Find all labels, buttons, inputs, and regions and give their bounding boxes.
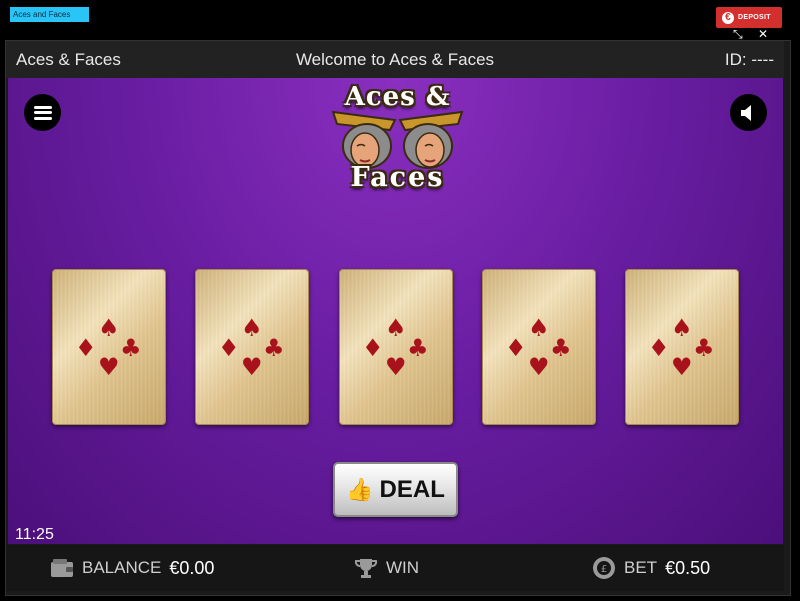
club-icon: ♣ (263, 334, 285, 362)
diamond-icon: ♦ (362, 334, 384, 362)
logo-title-top: Aces & (344, 82, 451, 112)
club-icon: ♣ (120, 334, 142, 362)
heart-icon: ♥ (671, 353, 693, 381)
session-id: ID: ---- (724, 49, 774, 69)
wallet-icon (50, 557, 74, 579)
hamburger-icon (33, 105, 52, 120)
card-3[interactable]: ♠ ♦ ♣ ♥ (339, 269, 453, 425)
card-2[interactable]: ♠ ♦ ♣ ♥ (195, 269, 309, 425)
spade-icon: ♠ (241, 314, 263, 342)
heart-icon: ♥ (98, 353, 120, 381)
spade-icon: ♠ (528, 314, 550, 342)
thumbs-up-icon: 👍 (346, 476, 374, 502)
card-back-suits: ♠ ♦ ♣ ♥ (362, 316, 432, 380)
spade-icon: ♠ (98, 314, 120, 342)
card-back-suits: ♠ ♦ ♣ ♥ (648, 316, 718, 380)
coin-icon: € (722, 11, 734, 24)
win-label: WIN (386, 558, 420, 577)
welcome-message: Welcome to Aces & Faces (295, 49, 495, 69)
svg-text:£: £ (601, 564, 607, 575)
card-back-suits: ♠ ♦ ♣ ♥ (218, 316, 288, 380)
bet-value: €0.50 (665, 557, 711, 578)
trophy-icon (354, 557, 378, 579)
tab-title[interactable]: Aces and Faces (10, 7, 89, 22)
balance-label: BALANCE (82, 558, 162, 577)
close-icon[interactable]: ✕ (758, 28, 768, 40)
spade-icon: ♠ (385, 314, 407, 342)
balance-value: €0.00 (169, 557, 215, 578)
diamond-icon: ♦ (505, 334, 527, 362)
sound-button[interactable] (730, 94, 767, 131)
spade-icon: ♠ (671, 314, 693, 342)
balance-display: BALANCE €0.00 (50, 545, 214, 591)
deposit-button[interactable]: € DEPOSIT (716, 7, 782, 28)
game-name: Aces & Faces (16, 49, 121, 69)
deal-button[interactable]: 👍 DEAL (333, 462, 458, 517)
game-logo: Aces & Faces (325, 82, 470, 198)
club-icon: ♣ (550, 334, 572, 362)
card-row: ♠ ♦ ♣ ♥ ♠ ♦ ♣ ♥ ♠ ♦ ♣ ♥ ♠ ♦ ♣ ♥ ♠ ♦ ♣ ♥ (52, 269, 740, 425)
heart-icon: ♥ (385, 353, 407, 381)
club-icon: ♣ (693, 334, 715, 362)
menu-button[interactable] (24, 94, 61, 131)
diamond-icon: ♦ (218, 334, 240, 362)
bet-display[interactable]: £ BET €0.50 (592, 545, 710, 591)
speaker-icon (740, 104, 751, 121)
card-back-suits: ♠ ♦ ♣ ♥ (505, 316, 575, 380)
fullscreen-icon[interactable]: ⤡ (733, 28, 743, 40)
logo-title-bottom: Faces (350, 162, 445, 193)
card-back-suits: ♠ ♦ ♣ ♥ (75, 316, 145, 380)
footer-bar: BALANCE €0.00 WIN £ BET €0.50 (6, 545, 784, 591)
heart-icon: ♥ (241, 353, 263, 381)
bet-label: BET (624, 558, 658, 577)
diamond-icon: ♦ (75, 334, 97, 362)
deposit-label: DEPOSIT (738, 14, 771, 21)
card-1[interactable]: ♠ ♦ ♣ ♥ (52, 269, 166, 425)
heart-icon: ♥ (528, 353, 550, 381)
win-display: WIN (354, 545, 419, 591)
chip-icon: £ (592, 557, 616, 579)
game-header: Aces & Faces Welcome to Aces & Faces ID:… (6, 41, 784, 78)
club-icon: ♣ (407, 334, 429, 362)
deal-label: DEAL (379, 475, 445, 503)
card-5[interactable]: ♠ ♦ ♣ ♥ (625, 269, 739, 425)
diamond-icon: ♦ (648, 334, 670, 362)
clock: 11:25 (15, 526, 54, 543)
card-4[interactable]: ♠ ♦ ♣ ♥ (482, 269, 596, 425)
